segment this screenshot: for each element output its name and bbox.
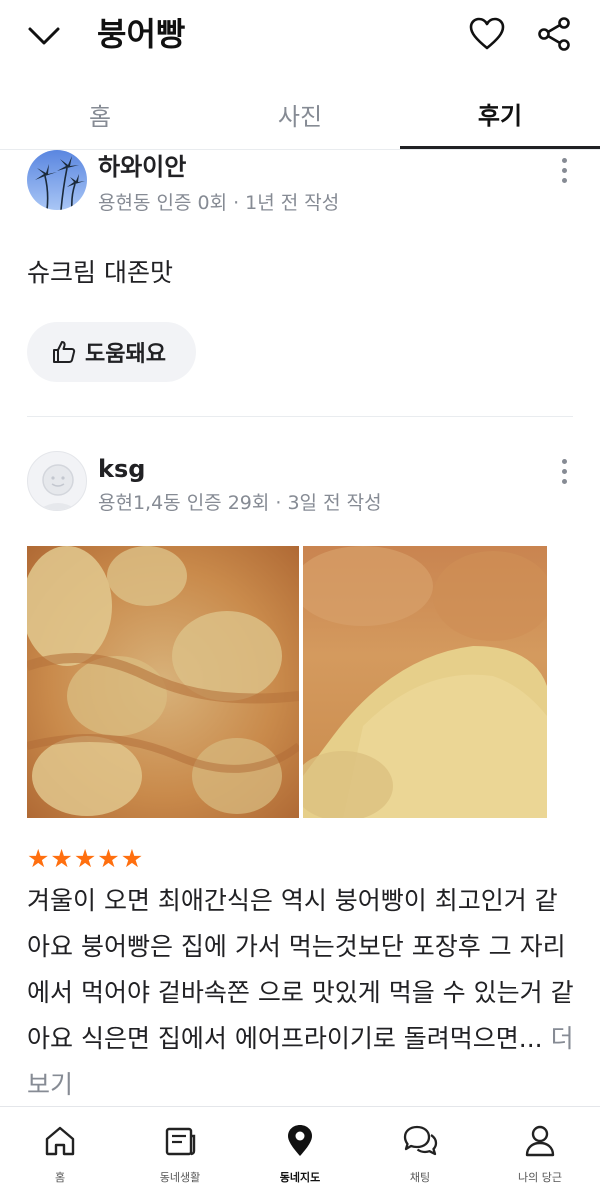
palm-tree-avatar-image xyxy=(27,150,87,210)
star-icon: ★ xyxy=(73,844,97,873)
tab-bar: 홈 사진 후기 xyxy=(0,80,600,150)
more-options-button[interactable] xyxy=(546,451,582,491)
star-icon: ★ xyxy=(120,844,144,873)
thumbs-up-icon xyxy=(53,341,76,363)
collapse-button[interactable] xyxy=(22,14,66,58)
share-icon xyxy=(538,17,570,51)
tab-home[interactable]: 홈 xyxy=(0,80,200,148)
person-icon xyxy=(525,1125,555,1157)
review-meta: 용현1,4동 인증 29회 · 3일 전 작성 xyxy=(98,492,382,514)
favorite-button[interactable] xyxy=(465,12,509,56)
helpful-label: 도움돼요 xyxy=(85,342,166,367)
avatar[interactable] xyxy=(27,451,87,511)
nav-label: 채팅 xyxy=(409,1171,431,1184)
review-meta: 용현동 인증 0회 · 1년 전 작성 xyxy=(98,192,340,214)
chat-icon xyxy=(403,1125,438,1156)
divider xyxy=(27,416,573,417)
nav-my-carrot[interactable]: 나의 당근 xyxy=(480,1107,600,1203)
chevron-down-icon xyxy=(28,27,60,45)
share-button[interactable] xyxy=(532,12,576,56)
review-author[interactable]: 하와이안 xyxy=(98,152,186,182)
review-text: 슈크림 대존맛 xyxy=(27,258,173,287)
bungeoppang-photo-2 xyxy=(303,546,547,818)
top-app-bar: 붕어빵 xyxy=(0,0,600,70)
more-vertical-icon xyxy=(561,458,567,464)
tab-photos[interactable]: 사진 xyxy=(200,80,400,148)
nav-home[interactable]: 홈 xyxy=(0,1107,120,1203)
tab-reviews[interactable]: 후기 xyxy=(400,80,600,149)
newspaper-icon xyxy=(165,1127,196,1156)
more-vertical-icon xyxy=(561,157,567,163)
review-body: 겨울이 오면 최애간식은 역시 붕어빵이 최고인거 같아요 붕어빵은 집에 가서… xyxy=(27,886,574,1053)
nav-chat[interactable]: 채팅 xyxy=(360,1107,480,1203)
helpful-button[interactable]: 도움돼요 xyxy=(27,322,196,382)
nav-label: 홈 xyxy=(54,1171,66,1184)
star-rating: ★ ★ ★ ★ ★ xyxy=(27,846,143,872)
page-title: 붕어빵 xyxy=(97,15,186,53)
bungeoppang-photo-1 xyxy=(27,546,299,818)
review-photo[interactable] xyxy=(27,546,299,818)
heart-icon xyxy=(469,17,505,50)
review-author[interactable]: ksg xyxy=(98,454,145,484)
star-icon: ★ xyxy=(27,844,50,873)
avatar[interactable] xyxy=(27,150,87,210)
star-icon: ★ xyxy=(97,844,120,873)
more-options-button[interactable] xyxy=(546,150,582,190)
nav-label: 나의 당근 xyxy=(518,1171,562,1184)
star-icon: ★ xyxy=(50,844,73,873)
home-icon xyxy=(45,1126,75,1156)
default-profile-icon xyxy=(38,464,78,510)
nav-map[interactable]: 동네지도 xyxy=(240,1107,360,1203)
nav-label: 동네생활 xyxy=(159,1171,201,1184)
review-photo[interactable] xyxy=(303,546,547,818)
map-pin-icon xyxy=(288,1125,312,1156)
nav-label: 동네지도 xyxy=(279,1171,321,1184)
nav-community[interactable]: 동네생활 xyxy=(120,1107,240,1203)
bottom-navigation: 홈 동네생활 동네지도 채팅 나의 당근 xyxy=(0,1106,600,1203)
review-text: 겨울이 오면 최애간식은 역시 붕어빵이 최고인거 같아요 붕어빵은 집에 가서… xyxy=(27,878,579,1108)
